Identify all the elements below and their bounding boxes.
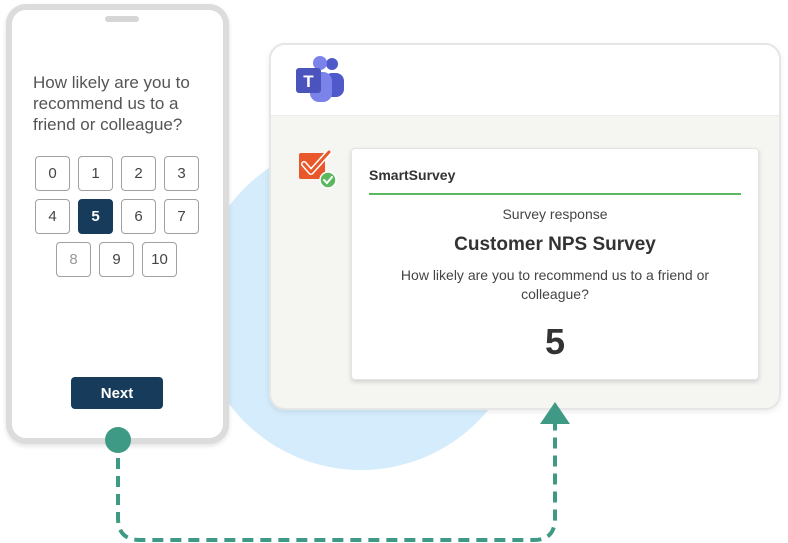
teams-logo-letter: T <box>303 72 314 91</box>
smartsurvey-check-icon <box>299 150 337 189</box>
score-button-6[interactable]: 6 <box>121 199 156 234</box>
score-button-9[interactable]: 9 <box>99 242 134 277</box>
next-button[interactable]: Next <box>71 377 163 409</box>
score-button-5-selected[interactable]: 5 <box>78 199 113 234</box>
score-button-8[interactable]: 8 <box>56 242 91 277</box>
score-button-1[interactable]: 1 <box>78 156 113 191</box>
card-subtitle: Survey response <box>502 206 608 222</box>
card-title: Customer NPS Survey <box>454 234 656 255</box>
teams-header: T <box>271 45 779 116</box>
score-button-7[interactable]: 7 <box>164 199 199 234</box>
score-button-10[interactable]: 10 <box>142 242 177 277</box>
score-button-2[interactable]: 2 <box>121 156 156 191</box>
score-button-4[interactable]: 4 <box>35 199 70 234</box>
card-answer-score: 5 <box>544 321 566 362</box>
teams-window: T SmartSurvey Survey response Customer N… <box>269 43 781 410</box>
score-button-0[interactable]: 0 <box>35 156 70 191</box>
card-divider <box>369 193 741 195</box>
microsoft-teams-icon: T <box>296 56 344 102</box>
phone-notch <box>105 16 139 22</box>
survey-response-card: SmartSurvey Survey response Customer NPS… <box>351 148 759 380</box>
phone-frame: How likely are you to recommend us to a … <box>6 4 229 444</box>
score-button-3[interactable]: 3 <box>164 156 199 191</box>
survey-question: How likely are you to recommend us to a … <box>33 73 190 134</box>
card-brand-name: SmartSurvey <box>369 167 456 183</box>
card-question: How likely are you to recommend us to a … <box>400 267 710 302</box>
